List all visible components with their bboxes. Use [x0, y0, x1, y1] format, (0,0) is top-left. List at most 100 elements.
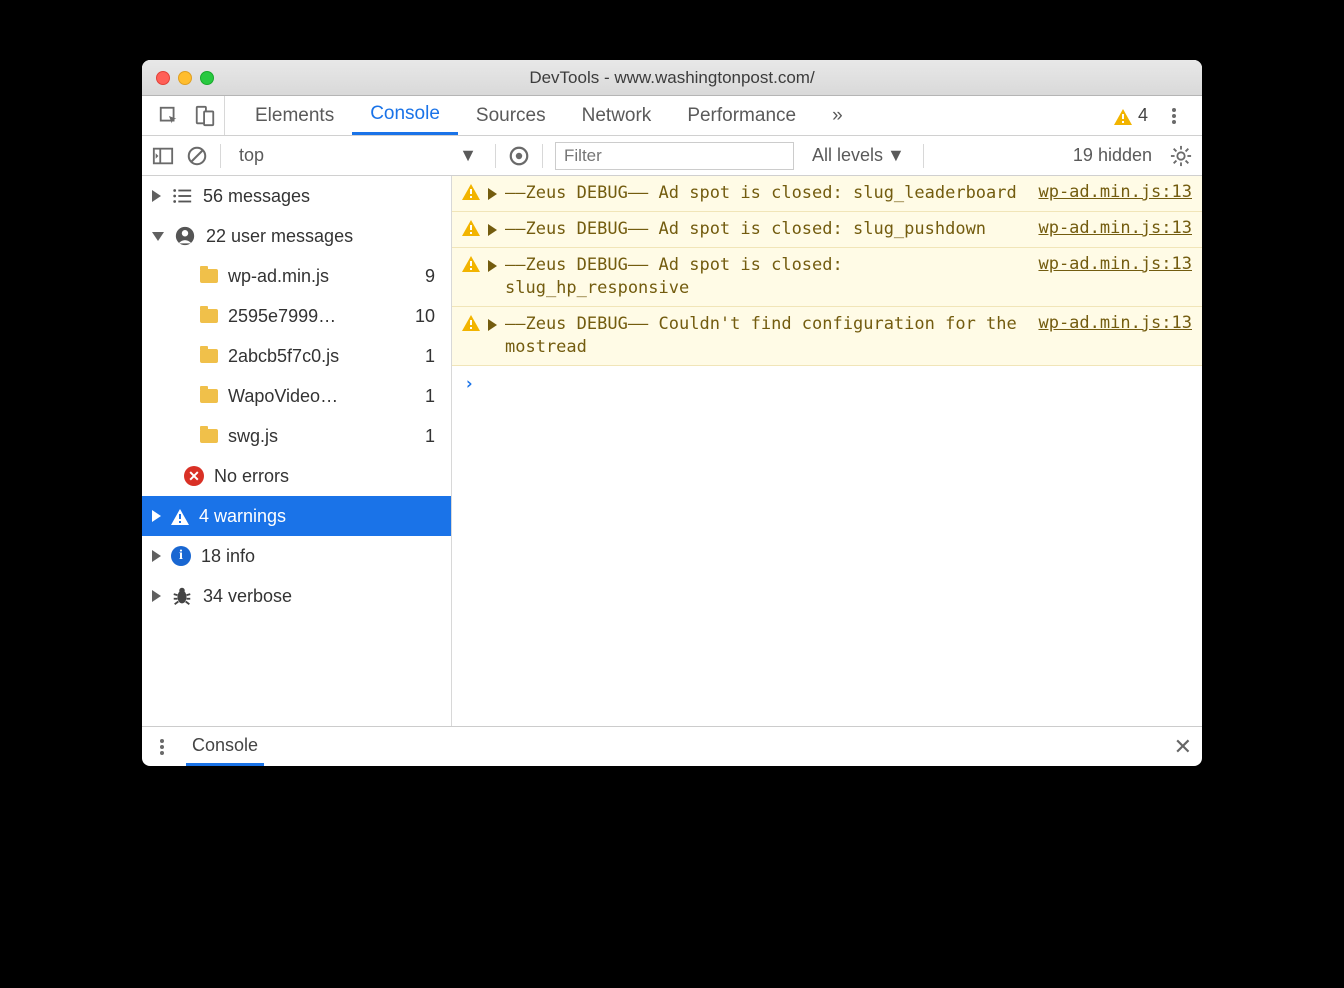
drawer: Console ✕ [142, 726, 1202, 766]
device-toolbar-icon[interactable] [194, 105, 216, 127]
sidebar-file-item[interactable]: wp-ad.min.js 9 [142, 256, 451, 296]
error-icon: ✕ [184, 466, 204, 486]
file-count: 10 [415, 306, 443, 327]
file-icon [200, 389, 218, 403]
sidebar-file-item[interactable]: 2abcb5f7c0.js 1 [142, 336, 451, 376]
file-icon [200, 269, 218, 283]
drawer-tab-console[interactable]: Console [186, 727, 264, 766]
sidebar-item-verbose[interactable]: 34 verbose [142, 576, 451, 616]
warning-icon [462, 256, 480, 272]
console-sidebar: 56 messages 22 user messages wp-ad.min.j… [142, 176, 452, 726]
chevron-more-icon: » [832, 105, 843, 127]
disclosure-triangle-icon [488, 224, 497, 236]
log-message: ––Zeus DEBUG–– Ad spot is closed: slug_p… [505, 218, 1030, 241]
disclosure-triangle-icon [152, 510, 161, 522]
zoom-window-button[interactable] [200, 71, 214, 85]
file-icon [200, 429, 218, 443]
sidebar-item-label: 34 verbose [203, 586, 292, 607]
log-message: ––Zeus DEBUG–– Ad spot is closed: slug_l… [505, 182, 1030, 205]
context-selector[interactable]: top ▼ [233, 145, 483, 166]
toggle-sidebar-icon[interactable] [152, 145, 174, 167]
tab-label: Performance [687, 105, 796, 127]
sidebar-item-label: 18 info [201, 546, 255, 567]
warnings-indicator[interactable]: 4 [1108, 96, 1154, 135]
filter-input[interactable] [555, 142, 794, 170]
sidebar-item-messages[interactable]: 56 messages [142, 176, 451, 216]
user-icon [174, 225, 196, 247]
drawer-tab-label: Console [192, 735, 258, 756]
traffic-lights [156, 71, 214, 85]
drawer-menu-icon[interactable] [152, 737, 172, 757]
sidebar-item-label: 4 warnings [199, 506, 286, 527]
tab-console[interactable]: Console [352, 96, 458, 135]
disclosure-triangle-icon [488, 188, 497, 200]
tab-label: Elements [255, 105, 334, 127]
log-source-link[interactable]: wp-ad.min.js:13 [1038, 254, 1192, 274]
file-name: wp-ad.min.js [228, 266, 329, 287]
file-count: 9 [425, 266, 443, 287]
sidebar-item-user-messages[interactable]: 22 user messages [142, 216, 451, 256]
tab-performance[interactable]: Performance [669, 96, 814, 135]
sidebar-item-label: 22 user messages [206, 226, 353, 247]
sidebar-item-warnings[interactable]: 4 warnings [142, 496, 451, 536]
tab-label: Sources [476, 105, 546, 127]
inspect-element-icon[interactable] [158, 105, 180, 127]
console-log-row[interactable]: ––Zeus DEBUG–– Ad spot is closed: slug_p… [452, 212, 1202, 248]
console-messages: ––Zeus DEBUG–– Ad spot is closed: slug_l… [452, 176, 1202, 726]
disclosure-triangle-icon [152, 550, 161, 562]
tab-label: Console [370, 103, 440, 125]
console-log-row[interactable]: ––Zeus DEBUG–– Couldn't find configurati… [452, 307, 1202, 366]
log-levels-label: All levels [812, 145, 883, 166]
warning-icon [462, 184, 480, 200]
console-prompt[interactable]: › [452, 366, 1202, 402]
log-message: ––Zeus DEBUG–– Ad spot is closed: slug_h… [505, 254, 1030, 300]
sidebar-file-item[interactable]: WapoVideo… 1 [142, 376, 451, 416]
devtools-window: DevTools - www.washingtonpost.com/ Eleme… [142, 60, 1202, 766]
log-levels-selector[interactable]: All levels ▼ [806, 145, 911, 166]
tab-label: Network [582, 105, 652, 127]
sidebar-item-label: 56 messages [203, 186, 310, 207]
hidden-messages-count[interactable]: 19 hidden [1067, 145, 1158, 166]
sidebar-item-info[interactable]: i 18 info [142, 536, 451, 576]
log-source-link[interactable]: wp-ad.min.js:13 [1038, 218, 1192, 238]
live-expression-icon[interactable] [508, 145, 530, 167]
prompt-symbol: › [464, 374, 474, 394]
bug-icon [171, 585, 193, 607]
console-log-row[interactable]: ––Zeus DEBUG–– Ad spot is closed: slug_h… [452, 248, 1202, 307]
disclosure-triangle-icon [152, 190, 161, 202]
context-value: top [239, 145, 264, 166]
disclosure-triangle-icon [488, 260, 497, 272]
sidebar-item-errors[interactable]: ✕ No errors [142, 456, 451, 496]
chevron-down-icon: ▼ [887, 145, 905, 166]
warning-icon [1114, 109, 1132, 125]
file-count: 1 [425, 426, 443, 447]
log-source-link[interactable]: wp-ad.min.js:13 [1038, 313, 1192, 333]
tab-elements[interactable]: Elements [237, 96, 352, 135]
settings-icon[interactable] [1170, 145, 1192, 167]
tabs-overflow-button[interactable]: » [814, 96, 861, 135]
info-icon: i [171, 546, 191, 566]
console-toolbar: top ▼ All levels ▼ 19 hidden [142, 136, 1202, 176]
tab-network[interactable]: Network [564, 96, 670, 135]
console-log-row[interactable]: ––Zeus DEBUG–– Ad spot is closed: slug_l… [452, 176, 1202, 212]
sidebar-file-item[interactable]: 2595e7999… 10 [142, 296, 451, 336]
minimize-window-button[interactable] [178, 71, 192, 85]
log-source-link[interactable]: wp-ad.min.js:13 [1038, 182, 1192, 202]
close-window-button[interactable] [156, 71, 170, 85]
main-content: 56 messages 22 user messages wp-ad.min.j… [142, 176, 1202, 726]
main-tabs: Elements Console Sources Network Perform… [142, 96, 1202, 136]
file-name: WapoVideo… [228, 386, 338, 407]
chevron-down-icon: ▼ [459, 145, 477, 166]
sidebar-file-item[interactable]: swg.js 1 [142, 416, 451, 456]
clear-console-icon[interactable] [186, 145, 208, 167]
warning-icon [462, 220, 480, 236]
log-message: ––Zeus DEBUG–– Couldn't find configurati… [505, 313, 1030, 359]
close-drawer-icon[interactable]: ✕ [1174, 734, 1192, 760]
file-count: 1 [425, 386, 443, 407]
warning-icon [462, 315, 480, 331]
tab-sources[interactable]: Sources [458, 96, 564, 135]
list-icon [171, 185, 193, 207]
warning-icon [171, 509, 189, 525]
file-icon [200, 309, 218, 323]
more-options-button[interactable] [1154, 96, 1194, 135]
